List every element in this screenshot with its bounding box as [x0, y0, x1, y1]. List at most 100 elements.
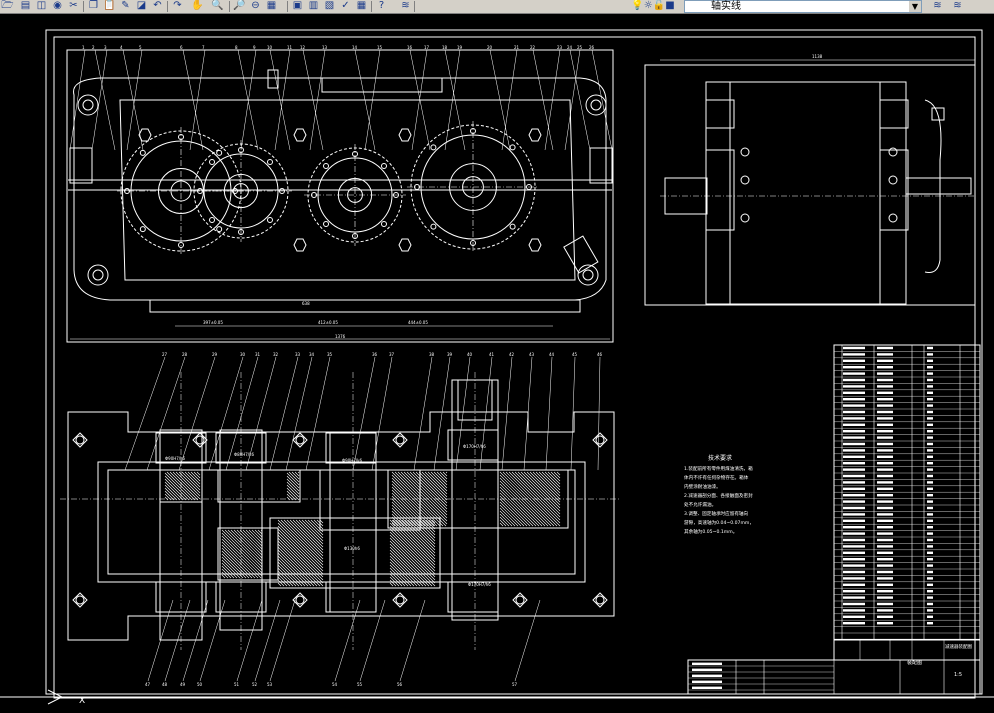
- part-row-text: [843, 545, 865, 548]
- zoom-realtime-icon[interactable]: 🔍: [210, 0, 225, 12]
- part-row-text: [843, 404, 865, 407]
- cut-icon[interactable]: ✂: [66, 0, 81, 12]
- balloon-number: 3: [104, 45, 107, 50]
- line: [254, 529, 263, 538]
- match-properties-icon[interactable]: ✎: [118, 0, 133, 12]
- part-row-text: [843, 372, 865, 375]
- part-row-text: [843, 468, 865, 471]
- sheet-set-icon[interactable]: ▧: [322, 0, 337, 12]
- part-row-text: [843, 430, 865, 433]
- part-row-text: [843, 609, 865, 612]
- line: [399, 599, 426, 682]
- part-row-text: [927, 436, 933, 439]
- zoom-window-icon[interactable]: 🔎: [232, 0, 247, 12]
- circle: [323, 163, 330, 170]
- line: [277, 531, 324, 578]
- part-row-text: [877, 359, 893, 362]
- part-row-text: [843, 526, 865, 529]
- part-row-text: [843, 532, 865, 535]
- preview-icon[interactable]: ◫: [34, 0, 49, 12]
- part-row-text: [843, 622, 865, 625]
- markup-icon[interactable]: ✓: [338, 0, 353, 12]
- part-row-text: [927, 526, 933, 529]
- part-row-text: [927, 577, 933, 580]
- line: [427, 471, 448, 492]
- section-outline: [67, 411, 615, 641]
- balloon-number: 44: [549, 352, 555, 357]
- part-row-text: [843, 346, 865, 350]
- balloon-number: 51: [234, 682, 240, 687]
- line: [556, 471, 561, 476]
- gear-3-bolt-circle: [307, 147, 403, 243]
- block-editor-icon[interactable]: ◪: [134, 0, 149, 12]
- part-row-text: [843, 410, 865, 414]
- pan-icon[interactable]: ✋: [190, 0, 205, 12]
- line: [307, 519, 324, 536]
- circle: [380, 163, 387, 170]
- title-scale: 1:5: [954, 672, 962, 678]
- balloon-number: 56: [397, 682, 403, 687]
- part-row-text: [927, 513, 933, 516]
- rect: [69, 147, 93, 184]
- circle: [75, 435, 85, 445]
- part-row-text: [927, 455, 933, 458]
- notes-title: 技术要求: [708, 454, 732, 462]
- line: [535, 471, 561, 497]
- balloon-number: 49: [180, 682, 186, 687]
- undo-icon[interactable]: ↶: [150, 0, 165, 12]
- ucs-x-label: X: [79, 696, 85, 706]
- zoom-previous-icon[interactable]: ⊖: [248, 0, 263, 12]
- line: [371, 356, 393, 471]
- plot-icon[interactable]: ▤: [18, 0, 33, 12]
- properties-icon[interactable]: ▦: [264, 0, 279, 12]
- chevron-down-icon[interactable]: ▼: [909, 1, 921, 12]
- part-row-text: [877, 609, 893, 612]
- title-field: [692, 668, 722, 671]
- paste-icon[interactable]: 📋: [102, 0, 117, 12]
- circle: [888, 175, 898, 185]
- line: [277, 579, 285, 587]
- quick-calc-icon[interactable]: ▦: [354, 0, 369, 12]
- open-icon[interactable]: 🗁: [0, 0, 15, 12]
- part-row-text: [927, 500, 933, 503]
- line: [286, 519, 324, 557]
- design-center-icon[interactable]: ▣: [290, 0, 305, 12]
- balloon-number: 38: [429, 352, 435, 357]
- help-icon[interactable]: ?: [374, 0, 389, 12]
- balloon-number: 53: [267, 682, 273, 687]
- layer-manager-icon[interactable]: ≋: [398, 0, 413, 12]
- part-row-text: [843, 519, 865, 522]
- title-field: [692, 674, 722, 677]
- line: [499, 489, 537, 527]
- line: [172, 471, 201, 500]
- part-row-text: [843, 564, 865, 567]
- part-row-text: [877, 398, 893, 401]
- rect: [321, 77, 443, 93]
- layer-tool-icon[interactable]: ≋: [930, 0, 945, 12]
- circle: [295, 595, 305, 605]
- part-row-text: [877, 430, 893, 433]
- layer-dropdown[interactable]: 轴实线 ▼: [684, 0, 922, 13]
- publish-icon[interactable]: ◉: [50, 0, 65, 12]
- tool-palettes-icon[interactable]: ▥: [306, 0, 321, 12]
- part-row-text: [927, 378, 933, 382]
- balloon-number: 20: [487, 45, 493, 50]
- copy-icon[interactable]: ❐: [86, 0, 101, 12]
- line: [391, 480, 438, 527]
- line: [545, 356, 553, 471]
- balloon-number: 35: [327, 352, 333, 357]
- line: [286, 472, 300, 486]
- drawing-canvas[interactable]: X397±0.05 412±0.05 444±0.0513766381 2 3 4 5 6 7 8…: [0, 14, 994, 713]
- standard-toolbar: 🗁 ▤ ◫ ◉ ✂ ❐ 📋 ✎ ◪ ↶ ↷ ✋ 🔍 🔎 ⊖ ▦ ▣ ▥ ▧ ✓ ▦? ≋ 💡☼🔓■ 轴实线 ▼ ≋ ≋: [0, 0, 994, 14]
- circle: [888, 147, 898, 157]
- line: [277, 573, 291, 587]
- redo-icon[interactable]: ↷: [170, 0, 185, 12]
- circle: [888, 213, 898, 223]
- balloon-number: 48: [162, 682, 168, 687]
- line: [169, 471, 199, 501]
- rect: [905, 177, 972, 195]
- balloon-number: 50: [197, 682, 203, 687]
- layer-tool-icon[interactable]: ≋: [950, 0, 965, 12]
- layer-state-icons[interactable]: 💡☼🔓■: [625, 0, 681, 12]
- circle: [395, 435, 405, 445]
